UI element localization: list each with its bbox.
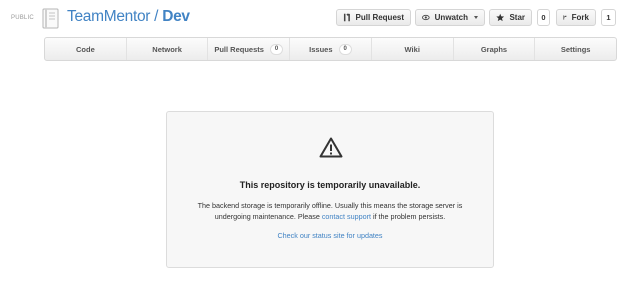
tab-issues[interactable]: Issues 0	[290, 38, 372, 60]
status-site-link[interactable]: Check our status site for updates	[167, 231, 493, 240]
repo-title: TeamMentor / Dev	[67, 8, 190, 26]
fork-count[interactable]: 1	[601, 9, 616, 26]
pull-request-button[interactable]: Pull Request	[336, 9, 411, 26]
notice-body-line1: The backend storage is temporarily offli…	[197, 201, 463, 210]
issues-count-badge: 0	[338, 43, 352, 55]
notice-body-line2-pre: undergoing maintenance. Please	[214, 212, 322, 221]
chevron-down-icon	[474, 16, 478, 19]
notice-title: This repository is temporarily unavailab…	[239, 180, 421, 190]
tab-graphs[interactable]: Graphs	[454, 38, 536, 60]
repo-book-icon	[42, 8, 59, 29]
fork-button[interactable]: Fork	[556, 9, 596, 26]
tab-wiki[interactable]: Wiki	[372, 38, 454, 60]
fork-icon	[563, 15, 567, 20]
tab-pull-requests-label: Pull Requests	[214, 44, 264, 54]
tab-graphs-label: Graphs	[480, 44, 508, 54]
star-label: Star	[509, 13, 525, 22]
tab-network-label: Network	[152, 44, 182, 54]
tab-pull-requests[interactable]: Pull Requests 0	[208, 38, 291, 60]
tab-wiki-label: Wiki	[404, 44, 420, 54]
repo-owner-link[interactable]: TeamMentor	[67, 8, 150, 25]
pull-request-label: Pull Request	[355, 13, 404, 22]
notice-body-line2-post: if the problem persists.	[370, 212, 446, 221]
unwatch-label: Unwatch	[434, 13, 468, 22]
tab-settings-label: Settings	[560, 44, 591, 54]
pull-request-icon	[343, 13, 350, 22]
notice-body: The backend storage is temporarily offli…	[173, 200, 487, 222]
tab-code[interactable]: Code	[45, 38, 127, 60]
repo-title-separator: /	[150, 8, 163, 25]
tab-issues-label: Issues	[309, 44, 333, 54]
repo-name-link[interactable]: Dev	[162, 8, 190, 25]
visibility-label: PUBLIC	[11, 15, 34, 21]
repo-nav-tabs: Code Network Pull Requests 0 Issues 0 Wiki…	[44, 37, 617, 61]
pull-requests-count-badge: 0	[269, 43, 284, 55]
unavailable-notice-panel: This repository is temporarily unavailab…	[166, 111, 494, 268]
tab-network[interactable]: Network	[127, 38, 209, 60]
tab-settings[interactable]: Settings	[535, 38, 616, 60]
star-count[interactable]: 0	[537, 9, 550, 26]
fork-label: Fork	[571, 13, 589, 22]
eye-icon	[422, 14, 430, 21]
warning-triangle-icon	[319, 137, 343, 158]
unwatch-button[interactable]: Unwatch	[415, 9, 485, 26]
tab-code-label: Code	[75, 44, 95, 54]
contact-support-link[interactable]: contact support	[322, 212, 371, 221]
star-icon	[496, 13, 505, 22]
star-button[interactable]: Star	[489, 9, 532, 26]
